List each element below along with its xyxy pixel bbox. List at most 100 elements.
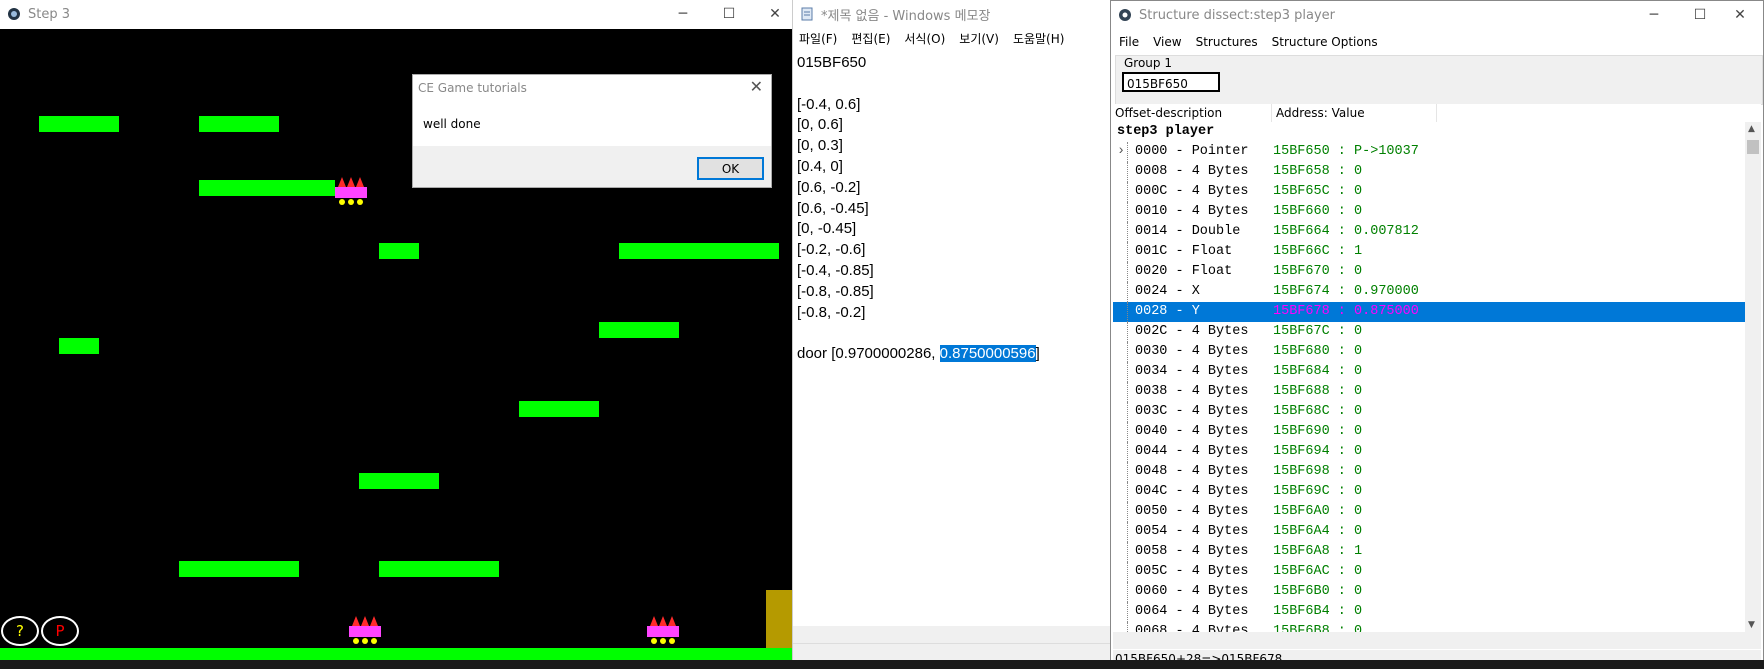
structure-dissect-window: Structure dissect:step3 player ─ ☐ ✕ Fil… — [1110, 0, 1764, 669]
structure-row[interactable]: › 0000 - Pointer 15BF650 : P->10037 — [1113, 142, 1747, 162]
tree-root[interactable]: step3 player — [1113, 122, 1747, 142]
minimize-button[interactable]: ─ — [1631, 1, 1677, 29]
structure-row[interactable]: 0020 - Float 15BF670 : 0 — [1113, 262, 1747, 282]
tree-guide — [1127, 322, 1134, 342]
scroll-up-icon[interactable]: ▲ — [1748, 124, 1755, 134]
offset-description: 0024 - X — [1135, 284, 1200, 299]
close-button[interactable]: ✕ — [1717, 1, 1763, 29]
offset-description: 0040 - 4 Bytes — [1135, 424, 1249, 439]
address-value: 15BF698 : 0 — [1273, 464, 1363, 479]
platform — [599, 322, 679, 338]
notepad-window: *제목 없음 - Windows 메모장 파일(F) 편집(E) 서식(O) 보… — [792, 0, 1111, 669]
tree-guide — [1127, 242, 1134, 262]
notepad-icon — [801, 7, 813, 21]
dissect-title: Structure dissect:step3 player — [1139, 7, 1336, 23]
col-offset-description[interactable]: Offset-description — [1113, 104, 1272, 122]
address-value: 15BF66C : 1 — [1273, 244, 1363, 259]
help-button[interactable]: ? — [1, 616, 39, 646]
text-line: [0, 0.3] — [797, 137, 843, 155]
structure-row[interactable]: 0060 - 4 Bytes 15BF6B0 : 0 — [1113, 582, 1747, 602]
menu-view[interactable]: View — [1153, 35, 1181, 49]
tree-guide — [1127, 302, 1134, 322]
offset-description: 0014 - Double — [1135, 224, 1241, 239]
selected-text[interactable]: 0.8750000596 — [939, 345, 1036, 363]
tree-guide — [1127, 142, 1134, 162]
dialog-close-icon[interactable]: ✕ — [750, 77, 763, 96]
address-value: 15BF6A0 : 0 — [1273, 504, 1363, 519]
notepad-horizontal-scrollbar[interactable] — [793, 626, 1110, 643]
structure-row[interactable]: 0014 - Double 15BF664 : 0.007812 — [1113, 222, 1747, 242]
dissect-horizontal-scrollbar[interactable] — [1113, 632, 1761, 649]
menu-view[interactable]: 보기(V) — [959, 30, 999, 47]
maximize-button[interactable]: ☐ — [706, 0, 752, 28]
offset-description: 002C - 4 Bytes — [1135, 324, 1249, 339]
offset-description: 0050 - 4 Bytes — [1135, 504, 1249, 519]
ok-button[interactable]: OK — [697, 157, 764, 180]
text-line: [-0.8, -0.2] — [797, 303, 866, 321]
dissect-vertical-scrollbar[interactable]: ▲ ▼ — [1745, 122, 1761, 632]
structure-row[interactable]: 001C - Float 15BF66C : 1 — [1113, 242, 1747, 262]
offset-description: 0068 - 4 Bytes — [1135, 624, 1249, 632]
address-input[interactable]: 015BF650 — [1122, 72, 1220, 92]
platform — [179, 561, 299, 577]
structure-row[interactable]: 002C - 4 Bytes 15BF67C : 0 — [1113, 322, 1747, 342]
game-title: Step 3 — [28, 6, 71, 22]
structure-row[interactable]: 0064 - 4 Bytes 15BF6B4 : 0 — [1113, 602, 1747, 622]
address-value: 15BF678 : 0.875000 — [1273, 304, 1419, 319]
address-value: 15BF6AC : 0 — [1273, 564, 1363, 579]
structure-row[interactable]: 0034 - 4 Bytes 15BF684 : 0 — [1113, 362, 1747, 382]
address-value: 15BF68C : 0 — [1273, 404, 1363, 419]
address-value: 15BF65C : 0 — [1273, 184, 1363, 199]
tree-guide — [1127, 422, 1134, 442]
platform — [199, 116, 279, 132]
dialog-title: CE Game tutorials — [413, 75, 771, 101]
structure-row[interactable]: 005C - 4 Bytes 15BF6AC : 0 — [1113, 562, 1747, 582]
structure-row[interactable]: 0038 - 4 Bytes 15BF688 : 0 — [1113, 382, 1747, 402]
structure-row[interactable]: 0044 - 4 Bytes 15BF694 : 0 — [1113, 442, 1747, 462]
structure-row[interactable]: 0030 - 4 Bytes 15BF680 : 0 — [1113, 342, 1747, 362]
tree-guide — [1127, 622, 1134, 632]
tree-guide — [1127, 222, 1134, 242]
structure-row[interactable]: 0048 - 4 Bytes 15BF698 : 0 — [1113, 462, 1747, 482]
scroll-down-icon[interactable]: ▼ — [1748, 620, 1755, 630]
structure-row[interactable]: 0054 - 4 Bytes 15BF6A4 : 0 — [1113, 522, 1747, 542]
menu-edit[interactable]: 편집(E) — [851, 30, 890, 47]
structure-row[interactable]: 0050 - 4 Bytes 15BF6A0 : 0 — [1113, 502, 1747, 522]
tree-guide — [1127, 162, 1134, 182]
p-button[interactable]: P — [41, 616, 79, 646]
structure-row[interactable]: 004C - 4 Bytes 15BF69C : 0 — [1113, 482, 1747, 502]
menu-format[interactable]: 서식(O) — [904, 30, 945, 47]
structure-row[interactable]: 0010 - 4 Bytes 15BF660 : 0 — [1113, 202, 1747, 222]
expand-chevron-icon[interactable]: › — [1117, 142, 1125, 162]
scroll-thumb[interactable] — [1747, 140, 1759, 154]
col-address-value[interactable]: Address: Value — [1272, 104, 1437, 122]
notepad-title: *제목 없음 - Windows 메모장 — [821, 8, 991, 24]
offset-description: 0000 - Pointer — [1135, 144, 1249, 159]
notepad-titlebar: *제목 없음 - Windows 메모장 — [793, 0, 1110, 28]
notepad-text-area[interactable]: 015BF650 [-0.4, 0.6] [0, 0.6] [0, 0.3] [… — [793, 48, 1111, 626]
dissect-titlebar: Structure dissect:step3 player ─ ☐ ✕ — [1111, 1, 1763, 29]
minimize-button[interactable]: ─ — [660, 0, 706, 28]
tree-guide — [1127, 562, 1134, 582]
tree-guide — [1127, 382, 1134, 402]
tree-guide — [1127, 182, 1134, 202]
structure-row[interactable]: 0008 - 4 Bytes 15BF658 : 0 — [1113, 162, 1747, 182]
offset-description: 0020 - Float — [1135, 264, 1233, 279]
menu-structures[interactable]: Structures — [1196, 35, 1258, 49]
enemy-ship — [647, 616, 679, 644]
menu-file[interactable]: File — [1119, 35, 1139, 49]
group-box: Group 1 015BF650 — [1115, 55, 1763, 105]
structure-row[interactable]: 0028 - Y 15BF678 : 0.875000 — [1113, 302, 1747, 322]
menu-file[interactable]: 파일(F) — [799, 30, 837, 47]
menu-help[interactable]: 도움말(H) — [1013, 30, 1065, 47]
text-line: [0.4, 0] — [797, 157, 843, 175]
structure-row[interactable]: 0058 - 4 Bytes 15BF6A8 : 1 — [1113, 542, 1747, 562]
structure-row[interactable]: 000C - 4 Bytes 15BF65C : 0 — [1113, 182, 1747, 202]
address-value: 15BF6A8 : 1 — [1273, 544, 1363, 559]
structure-row[interactable]: 0024 - X 15BF674 : 0.970000 — [1113, 282, 1747, 302]
structure-row[interactable]: 0040 - 4 Bytes 15BF690 : 0 — [1113, 422, 1747, 442]
structure-row[interactable]: 003C - 4 Bytes 15BF68C : 0 — [1113, 402, 1747, 422]
structure-tree[interactable]: step3 player › 0000 - Pointer 15BF650 : P-… — [1113, 122, 1747, 632]
menu-structure-options[interactable]: Structure Options — [1272, 35, 1378, 49]
structure-row[interactable]: 0068 - 4 Bytes 15BF6B8 : 0 — [1113, 622, 1747, 632]
